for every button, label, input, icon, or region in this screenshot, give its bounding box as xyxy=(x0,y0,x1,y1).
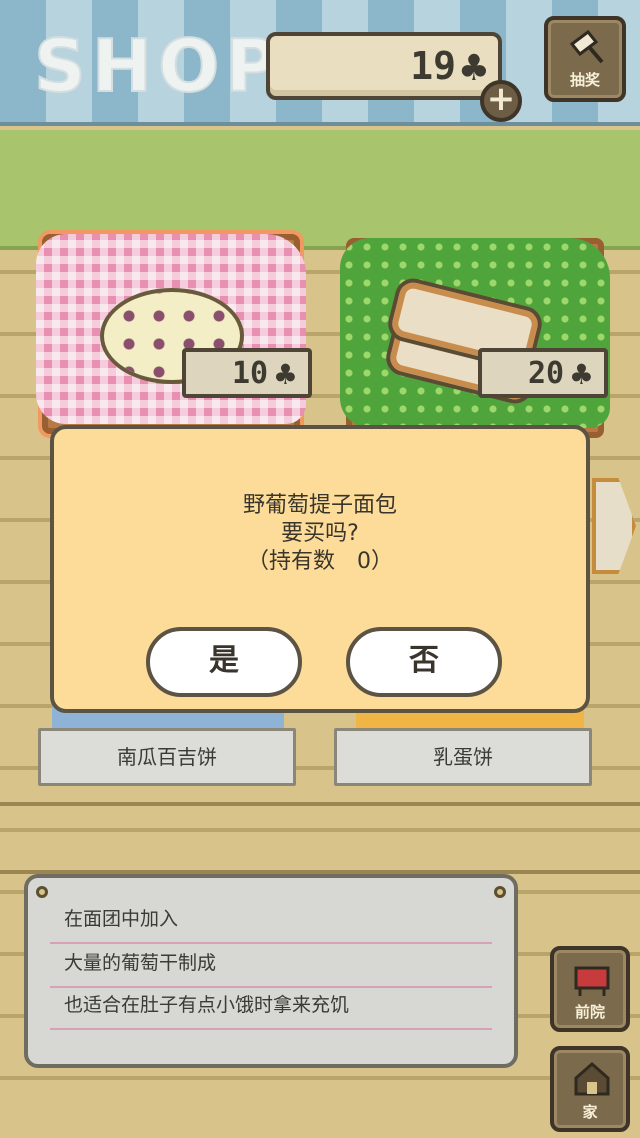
clover-icon: ♣ xyxy=(568,358,594,391)
price-tag: 20 ♣ xyxy=(478,348,608,398)
shop-item-sandwich[interactable]: 20 ♣ xyxy=(340,238,610,438)
nail-icon xyxy=(494,886,506,898)
currency-display: 19 ♣ xyxy=(266,32,502,100)
lottery-button[interactable]: 抽奖 xyxy=(544,16,626,102)
shop-item-raisin-bread[interactable]: 10 ♣ xyxy=(36,234,312,434)
description-line: 在面团中加入 xyxy=(64,908,179,930)
floor-plank-divider xyxy=(0,802,640,806)
purchase-dialog: 野葡萄提子面包 要买吗? （持有数 0） 是 否 xyxy=(50,425,590,713)
front-yard-label: 前院 xyxy=(574,1003,605,1021)
item-name-plate[interactable]: 乳蛋饼 xyxy=(334,728,592,786)
description-line: 也适合在肚子有点小饿时拿来充饥 xyxy=(64,994,350,1016)
shop-wall xyxy=(0,130,640,250)
price-amount: 10 xyxy=(232,356,269,391)
bell-icon xyxy=(569,29,604,64)
confirm-yes-button[interactable]: 是 xyxy=(146,627,302,697)
home-button[interactable]: 家 xyxy=(550,1046,630,1132)
clover-icon: ♣ xyxy=(272,358,298,391)
dialog-owned-count: （持有数 0） xyxy=(247,549,393,574)
description-rule xyxy=(50,942,492,944)
item-name-plate[interactable]: 南瓜百吉饼 xyxy=(38,728,296,786)
front-yard-button[interactable]: 前院 xyxy=(550,946,630,1032)
price-amount: 20 xyxy=(528,356,565,391)
house-icon xyxy=(574,1062,610,1096)
home-label: 家 xyxy=(582,1103,598,1121)
confirm-no-button[interactable]: 否 xyxy=(346,627,502,697)
description-board: 在面团中加入 大量的葡萄干制成 也适合在肚子有点小饿时拿来充饥 xyxy=(24,874,518,1068)
description-rule xyxy=(50,1028,492,1030)
currency-amount: 19 xyxy=(410,44,456,88)
add-currency-button[interactable]: + xyxy=(480,80,522,122)
clover-icon: ♣ xyxy=(457,48,490,89)
nail-icon xyxy=(36,886,48,898)
lottery-label: 抽奖 xyxy=(569,71,600,89)
yard-icon xyxy=(574,966,610,996)
description-rule xyxy=(50,986,492,988)
price-tag: 10 ♣ xyxy=(182,348,312,398)
shop-title: SHOP xyxy=(33,23,285,109)
description-line: 大量的葡萄干制成 xyxy=(64,952,217,974)
